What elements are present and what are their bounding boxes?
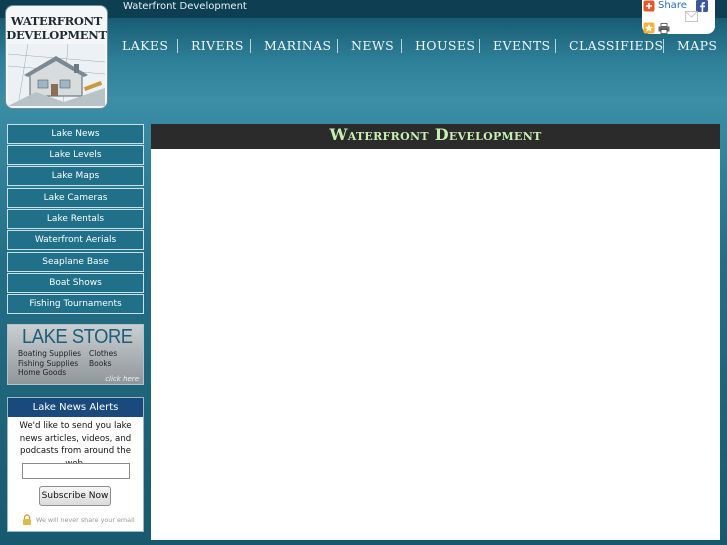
main-header-bar: Waterfront Development <box>151 124 720 149</box>
email-icon[interactable] <box>685 11 698 22</box>
nav-classifieds[interactable]: CLASSIFIEDS <box>569 38 663 53</box>
share-plus-icon[interactable] <box>643 0 655 12</box>
share-widget: Share <box>642 0 715 34</box>
nav-marinas[interactable]: MARINAS <box>264 38 332 53</box>
lock-icon <box>23 514 31 525</box>
share-label[interactable]: Share <box>658 0 687 11</box>
sidebar-item-lake-maps[interactable]: Lake Maps <box>7 166 144 186</box>
nav-separator <box>555 39 556 53</box>
store-item-home-goods: Home Goods <box>18 368 67 377</box>
sidebar-item-fishing-tournaments[interactable]: Fishing Tournaments <box>7 294 144 314</box>
lake-store-title: LAKE STORE <box>22 326 133 348</box>
store-item-fishing-supplies: Fishing Supplies <box>18 359 79 368</box>
nav-separator <box>663 39 664 53</box>
click-here-link[interactable]: click here <box>105 375 139 383</box>
store-item-boating-supplies: Boating Supplies <box>18 349 81 358</box>
page-title: Waterfront Development <box>329 125 542 144</box>
nav-separator <box>250 39 251 53</box>
logo-line-1: WATERFRONT <box>10 14 103 28</box>
sidebar-item-lake-cameras[interactable]: Lake Cameras <box>7 188 144 208</box>
store-item-books: Books <box>89 359 112 368</box>
email-field[interactable] <box>22 463 130 479</box>
lake-store-banner[interactable]: LAKE STORE Boating Supplies Clothes Fish… <box>7 324 144 385</box>
sidebar-item-lake-news[interactable]: Lake News <box>7 124 144 144</box>
nav-rivers[interactable]: RIVERS <box>191 38 244 53</box>
nav-separator <box>479 39 480 53</box>
main-content: Waterfront Development <box>151 124 720 540</box>
lake-news-alerts-box: Lake News Alerts We'd like to send you l… <box>7 397 144 532</box>
sidebar-item-boat-shows[interactable]: Boat Shows <box>7 273 144 293</box>
alerts-title: Lake News Alerts <box>8 398 143 417</box>
nav-maps[interactable]: MAPS <box>677 38 717 53</box>
print-icon[interactable] <box>658 23 670 34</box>
site-logo[interactable]: WATERFRONT DEVELOPMENT <box>5 5 108 109</box>
nav-events[interactable]: EVENTS <box>493 38 551 53</box>
house-blueprint-illustration <box>8 44 105 106</box>
sidebar-item-waterfront-aerials[interactable]: Waterfront Aerials <box>7 230 144 250</box>
subscribe-button[interactable]: Subscribe Now <box>39 486 111 506</box>
footer-edge <box>0 540 727 545</box>
store-item-clothes: Clothes <box>89 349 118 358</box>
nav-lakes[interactable]: LAKES <box>122 38 168 53</box>
nav-houses[interactable]: HOUSES <box>415 38 475 53</box>
sidebar-item-lake-levels[interactable]: Lake Levels <box>7 145 144 165</box>
top-bar: Waterfront Development <box>0 0 727 18</box>
nav-news[interactable]: NEWS <box>351 38 394 53</box>
nav-separator <box>401 39 402 53</box>
favorite-star-icon[interactable] <box>643 22 655 34</box>
logo-line-2: DEVELOPMENT <box>6 28 107 42</box>
sidebar-item-seaplane-base[interactable]: Seaplane Base <box>7 252 144 272</box>
nav-separator <box>337 39 338 53</box>
privacy-note: We will never share your email <box>36 516 135 524</box>
site-name: Waterfront Development <box>123 1 247 12</box>
nav-separator <box>177 39 178 53</box>
sidebar-item-lake-rentals[interactable]: Lake Rentals <box>7 209 144 229</box>
